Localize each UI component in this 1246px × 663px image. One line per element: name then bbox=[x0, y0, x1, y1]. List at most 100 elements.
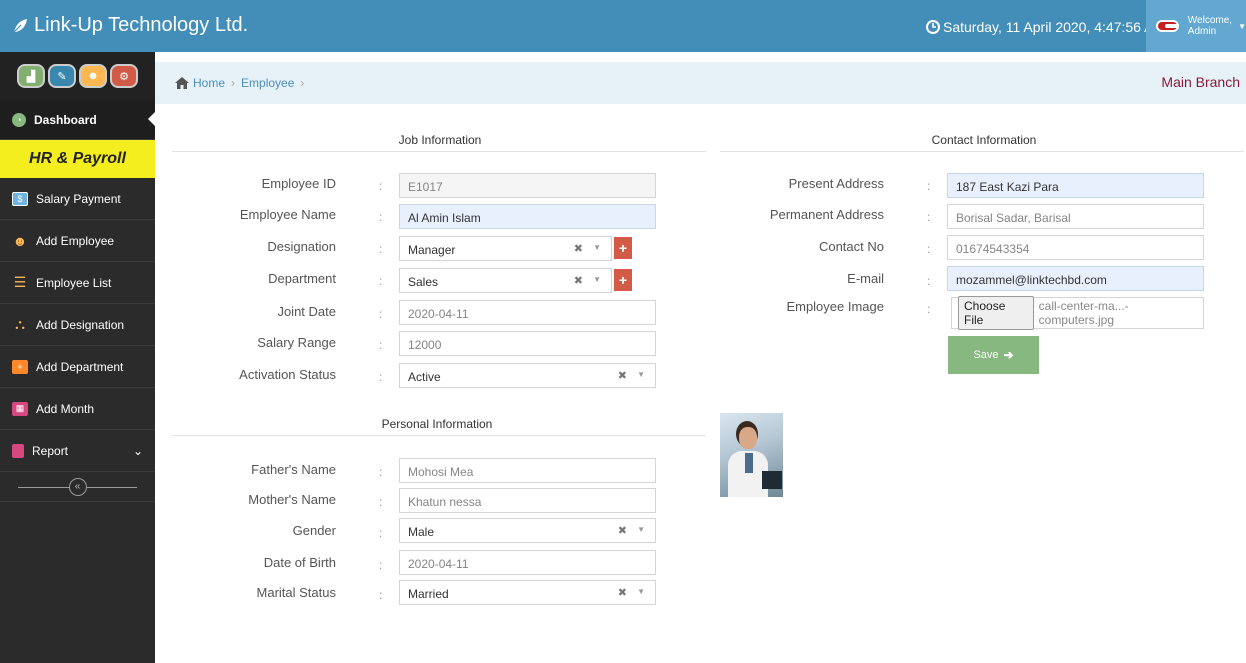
breadcrumb-separator: › bbox=[231, 76, 236, 90]
department-label: Department bbox=[268, 271, 336, 286]
sidebar-collapse: « bbox=[0, 472, 155, 502]
colon: : bbox=[379, 588, 383, 602]
gender-select[interactable]: Male ✖ ▼ bbox=[399, 518, 656, 543]
signal-icon[interactable]: ▟ bbox=[17, 64, 45, 88]
breadcrumb-home[interactable]: Home bbox=[193, 76, 225, 90]
email-input[interactable]: mozammel@linktechbd.com bbox=[947, 266, 1204, 291]
permanent-address-input[interactable]: Borisal Sadar, Barisal bbox=[947, 204, 1204, 229]
salary-range-input[interactable]: 12000 bbox=[399, 331, 656, 356]
cogs-icon[interactable]: ⚙ bbox=[110, 64, 138, 88]
employee-image-label: Employee Image bbox=[786, 299, 884, 314]
designation-select[interactable]: Manager ✖ ▼ bbox=[399, 236, 612, 261]
double-chevron-left-icon[interactable]: « bbox=[68, 477, 87, 496]
save-button[interactable]: Save ➔ bbox=[948, 336, 1039, 374]
colon: : bbox=[927, 242, 931, 256]
salary-range-label: Salary Range bbox=[257, 335, 336, 350]
users-icon: ☻ bbox=[12, 232, 28, 249]
date-of-birth-input[interactable]: 2020-04-11 bbox=[399, 550, 656, 575]
avatar bbox=[1156, 20, 1179, 32]
clear-icon[interactable]: ✖ bbox=[618, 369, 627, 382]
marital-status-value: Married bbox=[408, 587, 449, 601]
present-address-input[interactable]: 187 East Kazi Para bbox=[947, 173, 1204, 198]
dropdown-arrow-icon: ▼ bbox=[593, 243, 601, 252]
gender-label: Gender bbox=[292, 523, 336, 538]
employee-name-label: Employee Name bbox=[239, 207, 336, 222]
clear-icon[interactable]: ✖ bbox=[574, 242, 583, 255]
job-information-title: Job Information bbox=[398, 133, 482, 147]
mothers-name-label: Mother's Name bbox=[248, 492, 336, 507]
dashboard-icon: ◔ bbox=[12, 112, 26, 127]
sidebar-item-add-designation[interactable]: ⛬ Add Designation bbox=[0, 304, 155, 346]
clock-icon bbox=[926, 20, 940, 34]
add-department-button[interactable]: + bbox=[614, 269, 632, 291]
department-select[interactable]: Sales ✖ ▼ bbox=[399, 268, 612, 293]
section-divider bbox=[720, 151, 1244, 152]
employee-image-file-input[interactable]: Choose File call-center-ma...-computers.… bbox=[951, 296, 1204, 330]
sidebar-item-label: Salary Payment bbox=[36, 191, 121, 206]
joint-date-label: Joint Date bbox=[277, 304, 336, 319]
colon: : bbox=[379, 274, 383, 288]
sidebar-section-hr-payroll: HR & Payroll bbox=[0, 140, 155, 178]
brand[interactable]: Link-Up Technology Ltd. bbox=[12, 14, 248, 37]
brand-name: Link-Up Technology Ltd. bbox=[34, 14, 249, 36]
dropdown-arrow-icon: ▼ bbox=[637, 370, 645, 379]
activation-status-select[interactable]: Active ✖ ▼ bbox=[399, 363, 656, 388]
choose-file-button[interactable]: Choose File bbox=[958, 296, 1034, 330]
colon: : bbox=[379, 495, 383, 509]
user-name: Admin bbox=[1187, 26, 1217, 37]
colon: : bbox=[379, 242, 383, 256]
sidebar-item-label: Dashboard bbox=[34, 112, 97, 127]
sidebar-item-report[interactable]: Report ⌄ bbox=[0, 430, 155, 472]
contact-no-input[interactable]: 01674543354 bbox=[947, 235, 1204, 260]
clear-icon[interactable]: ✖ bbox=[618, 586, 627, 599]
pencil-icon[interactable]: ✎ bbox=[48, 64, 76, 88]
save-label: Save bbox=[973, 349, 999, 361]
user-menu[interactable]: Welcome, Admin ▼ bbox=[1146, 0, 1246, 52]
list-icon: ☰ bbox=[13, 274, 27, 290]
sidebar-item-dashboard[interactable]: ◔ Dashboard bbox=[0, 100, 155, 140]
welcome-text: Welcome, bbox=[1187, 15, 1233, 26]
clear-icon[interactable]: ✖ bbox=[618, 524, 627, 537]
section-divider bbox=[172, 151, 706, 152]
sidebar-item-label: Add Employee bbox=[36, 233, 115, 248]
designation-value: Manager bbox=[408, 243, 456, 257]
colon: : bbox=[379, 558, 383, 572]
marital-status-select[interactable]: Married ✖ ▼ bbox=[399, 580, 656, 605]
colon: : bbox=[379, 179, 383, 193]
fathers-name-input[interactable]: Mohosi Mea bbox=[399, 458, 656, 483]
contact-information-title: Contact Information bbox=[931, 133, 1037, 147]
clear-icon[interactable]: ✖ bbox=[574, 274, 583, 287]
add-designation-button[interactable]: + bbox=[614, 237, 632, 259]
users-icon[interactable]: ☻ bbox=[79, 64, 107, 88]
file-icon bbox=[12, 443, 24, 458]
breadcrumb-employee[interactable]: Employee bbox=[241, 76, 294, 90]
datetime-text: Saturday, 11 April 2020, 4:47:56 AM bbox=[943, 19, 1166, 35]
mothers-name-input[interactable]: Khatun nessa bbox=[399, 488, 656, 513]
breadcrumb: Home › Employee › Main Branch bbox=[155, 62, 1246, 104]
dropdown-arrow-icon: ▼ bbox=[593, 275, 601, 284]
colon: : bbox=[379, 307, 383, 321]
sidebar-item-employee-list[interactable]: ☰ Employee List bbox=[0, 262, 155, 304]
calendar-icon: ▦ bbox=[12, 401, 28, 416]
colon: : bbox=[379, 526, 383, 540]
date-of-birth-label: Date of Birth bbox=[263, 555, 336, 570]
sidebar-item-add-month[interactable]: ▦ Add Month bbox=[0, 388, 155, 430]
datetime: Saturday, 11 April 2020, 4:47:56 AM bbox=[926, 19, 1165, 35]
sidebar-item-add-department[interactable]: + Add Department bbox=[0, 346, 155, 388]
email-label: E-mail bbox=[847, 271, 884, 286]
branch-name: Main Branch bbox=[1161, 74, 1240, 90]
colon: : bbox=[379, 210, 383, 224]
joint-date-input[interactable]: 2020-04-11 bbox=[399, 300, 656, 325]
employee-name-input[interactable]: Al Amin Islam bbox=[399, 204, 656, 229]
sidebar: ▟ ✎ ☻ ⚙ ◔ Dashboard HR & Payroll $ Salar… bbox=[0, 52, 155, 663]
dropdown-arrow-icon: ▼ bbox=[637, 525, 645, 534]
sidebar-item-label: Report bbox=[32, 443, 69, 458]
colon: : bbox=[379, 338, 383, 352]
money-icon: $ bbox=[12, 191, 28, 206]
employee-photo-preview bbox=[720, 413, 783, 497]
colon: : bbox=[927, 274, 931, 288]
sidebar-item-salary-payment[interactable]: $ Salary Payment bbox=[0, 178, 155, 220]
sidebar-item-add-employee[interactable]: ☻ Add Employee bbox=[0, 220, 155, 262]
plus-square-icon: + bbox=[12, 359, 28, 374]
chevron-down-icon: ⌄ bbox=[132, 443, 143, 458]
